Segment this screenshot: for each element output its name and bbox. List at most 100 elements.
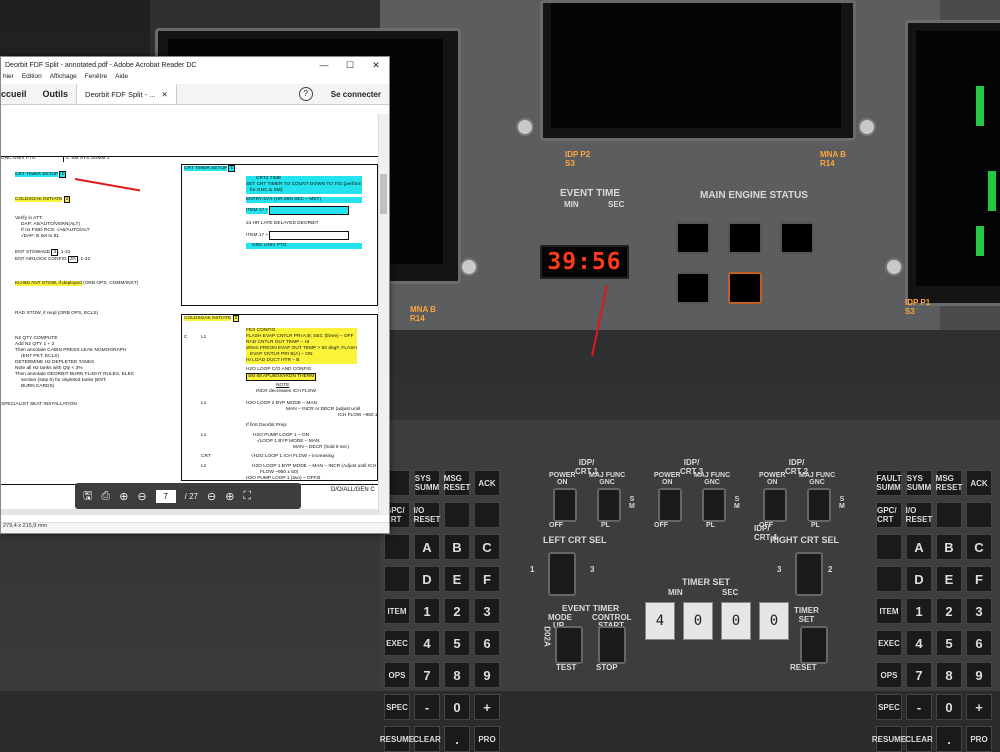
keypad-key[interactable]: . — [936, 726, 962, 752]
keypad-key[interactable]: 3 — [474, 598, 500, 624]
keypad-key[interactable]: 0 — [936, 694, 962, 720]
keypad-key[interactable] — [444, 502, 470, 528]
zoom-out-icon[interactable]: ⊖ — [207, 490, 216, 503]
keypad-key[interactable]: 6 — [474, 630, 500, 656]
keypad-key[interactable]: ITEM — [384, 598, 410, 624]
keypad-key[interactable]: 5 — [936, 630, 962, 656]
home-tab[interactable]: ccueil — [1, 89, 35, 99]
keypad-key[interactable]: 4 — [414, 630, 440, 656]
maj-func-switch[interactable] — [597, 488, 621, 522]
brightness-knob[interactable] — [858, 118, 876, 136]
keypad-key[interactable]: 6 — [966, 630, 992, 656]
zoom-in-icon[interactable]: ⊕ — [225, 490, 234, 503]
keypad-key[interactable]: 0 — [444, 694, 470, 720]
keypad-key[interactable]: 8 — [444, 662, 470, 688]
keypad-key[interactable] — [876, 566, 902, 592]
keypad-key[interactable]: 9 — [474, 662, 500, 688]
maj-func-switch[interactable] — [702, 488, 726, 522]
keypad-key[interactable]: A — [414, 534, 440, 560]
keypad-key[interactable]: EXEC — [384, 630, 410, 656]
keypad-key[interactable]: 7 — [906, 662, 932, 688]
keypad-key[interactable]: RESUME — [380, 726, 414, 752]
menu-edit[interactable]: Edition — [22, 73, 42, 84]
tab-close-icon[interactable]: ✕ — [161, 90, 167, 99]
keypad-key[interactable]: F — [966, 566, 992, 592]
timer-control-switch[interactable] — [598, 626, 626, 664]
keypad-key[interactable]: 2 — [936, 598, 962, 624]
menu-view[interactable]: Affichage — [50, 73, 77, 84]
keypad-key[interactable]: ACK — [966, 470, 992, 496]
menu-help[interactable]: Aide — [115, 73, 128, 84]
minimize-button[interactable]: — — [311, 60, 337, 70]
keypad-key[interactable]: B — [936, 534, 962, 560]
keypad-key[interactable]: RESUME — [872, 726, 906, 752]
keypad-key[interactable]: 1 — [414, 598, 440, 624]
power-switch[interactable] — [553, 488, 577, 522]
keypad-key[interactable]: SYS SUMM — [906, 470, 932, 496]
save-icon[interactable]: 🖫 — [83, 487, 92, 506]
keypad-key[interactable]: CLEAR — [413, 726, 441, 752]
keypad-key[interactable]: A — [906, 534, 932, 560]
keypad-key[interactable]: CLEAR — [905, 726, 933, 752]
keypad-key[interactable]: SYS SUMM — [414, 470, 440, 496]
keypad-key[interactable]: - — [906, 694, 932, 720]
page-number-input[interactable]: 7 — [155, 489, 176, 503]
keypad-key[interactable]: 1 — [906, 598, 932, 624]
keypad-key[interactable] — [966, 502, 992, 528]
power-switch[interactable] — [658, 488, 682, 522]
keypad-key[interactable]: I/O RESET — [906, 502, 932, 528]
keypad-key[interactable]: OPS — [384, 662, 410, 688]
keypad-key[interactable]: PRO — [966, 726, 992, 752]
thumbwheel[interactable]: 0 — [721, 602, 751, 640]
document-tab[interactable]: Deorbit FDF Split - ... ✕ — [76, 84, 177, 104]
keypad-key[interactable] — [384, 566, 410, 592]
keypad-key[interactable]: GPC/ CRT — [876, 502, 902, 528]
keypad-key[interactable]: + — [966, 694, 992, 720]
maj-func-switch[interactable] — [807, 488, 831, 522]
thumbwheel[interactable]: 0 — [759, 602, 789, 640]
scrollbar-thumb[interactable] — [380, 174, 387, 214]
previous-page-icon[interactable]: ⊕ — [119, 490, 128, 503]
keypad-key[interactable]: 7 — [414, 662, 440, 688]
vertical-scrollbar[interactable] — [378, 114, 389, 515]
keypad-key[interactable]: SPEC — [384, 694, 410, 720]
keypad-key[interactable]: PRO — [474, 726, 500, 752]
fit-page-icon[interactable]: ⛶ — [243, 490, 251, 503]
help-icon[interactable]: ? — [298, 87, 313, 101]
keypad-key[interactable]: 3 — [966, 598, 992, 624]
maximize-button[interactable]: ☐ — [337, 60, 363, 71]
keypad-key[interactable]: - — [414, 694, 440, 720]
keypad-key[interactable] — [384, 534, 410, 560]
timer-mode-switch[interactable] — [555, 626, 583, 664]
timer-reset-switch[interactable] — [800, 626, 828, 664]
menu-window[interactable]: Fenêtre — [85, 73, 107, 84]
keypad-key[interactable]: EXEC — [876, 630, 902, 656]
keypad-key[interactable]: I/O RESET — [414, 502, 440, 528]
keypad-key[interactable]: ACK — [474, 470, 500, 496]
close-button[interactable]: ✕ — [363, 60, 389, 71]
keypad-key[interactable]: 9 — [966, 662, 992, 688]
keypad-key[interactable]: D — [414, 566, 440, 592]
keypad-key[interactable]: C — [966, 534, 992, 560]
brightness-knob[interactable] — [516, 118, 534, 136]
keypad-key[interactable]: E — [444, 566, 470, 592]
keypad-key[interactable] — [936, 502, 962, 528]
power-switch[interactable] — [763, 488, 787, 522]
keypad-key[interactable]: FAULT SUMM — [876, 470, 902, 496]
keypad-key[interactable]: E — [936, 566, 962, 592]
keypad-key[interactable]: MSG RESET — [936, 470, 962, 496]
brightness-knob[interactable] — [885, 258, 903, 276]
keypad-key[interactable]: B — [444, 534, 470, 560]
brightness-knob[interactable] — [460, 258, 478, 276]
keypad-key[interactable]: ITEM — [876, 598, 902, 624]
keypad-key[interactable]: D — [906, 566, 932, 592]
keypad-key[interactable] — [876, 534, 902, 560]
keypad-key[interactable]: MSG RESET — [444, 470, 470, 496]
keypad-key[interactable]: OPS — [876, 662, 902, 688]
keypad-key[interactable]: . — [444, 726, 470, 752]
sign-in-link[interactable]: Se connecter — [323, 90, 389, 99]
keypad-key[interactable]: C — [474, 534, 500, 560]
keypad-key[interactable]: SPEC — [876, 694, 902, 720]
tools-tab[interactable]: Outils — [35, 89, 77, 99]
menu-file[interactable]: hier — [3, 73, 14, 84]
